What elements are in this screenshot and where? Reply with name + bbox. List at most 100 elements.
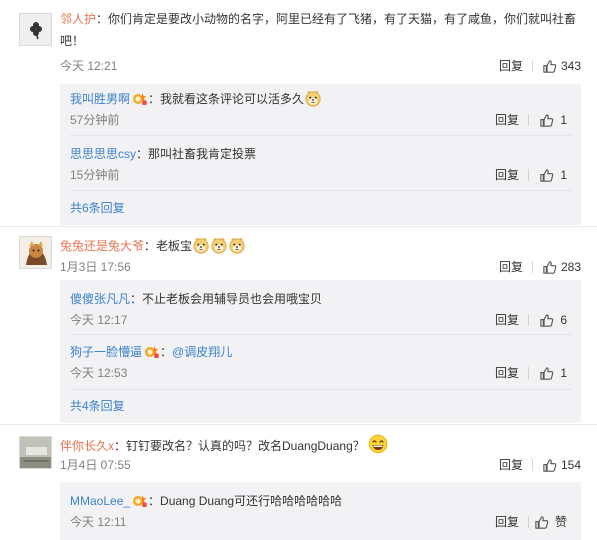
timestamp: 今天 12:17 [70, 313, 128, 327]
comment-text: 伴你长久x：钉钉要改名？认真的吗？改名DuangDuang？ [60, 434, 580, 457]
thumbs-up-icon [539, 366, 554, 381]
comment-body: ：你们肯定是要改小动物的名字，阿里已经有了飞猪，有了天猫，有了咸鱼，你们就叫社畜… [60, 12, 577, 48]
reply-meta: 57分钟前 回复 1 [70, 110, 581, 130]
doge-emoji-icon [210, 236, 228, 254]
reply-text: 思思思思csy：那叫社畜我肯定投票 [70, 143, 256, 165]
thumbs-up-icon [542, 59, 557, 74]
like-count: 6 [560, 313, 567, 327]
reply-button[interactable]: 回复 [495, 363, 519, 383]
doge-emoji-icon [228, 236, 246, 254]
comment-item: 伴你长久x：钉钉要改名？认真的吗？改名DuangDuang？ 1月4日 07:5… [0, 426, 597, 540]
like-button[interactable]: 1 [539, 165, 567, 185]
comment-body: ：老板宝 [144, 239, 193, 253]
timestamp: 15分钟前 [70, 168, 120, 182]
avatar[interactable] [19, 436, 52, 469]
username-link[interactable]: 狗子一脸懵逼 [70, 345, 142, 359]
thumbs-up-icon [542, 260, 557, 275]
comment-text: 兔兔还是兔大爷：老板宝 [60, 235, 580, 257]
reply-text: MMaoLee_ ：Duang Duang可还行哈哈哈哈哈哈 [70, 490, 342, 512]
reply-meta: 今天 12:53 回复 1 [70, 363, 581, 383]
like-count: 283 [560, 260, 581, 274]
like-button[interactable]: 154 [542, 455, 581, 475]
reply-button[interactable]: 回复 [495, 110, 519, 130]
doge-emoji-icon [304, 89, 322, 107]
username-link[interactable]: 邻人护 [60, 12, 96, 26]
divider [70, 334, 571, 335]
avatar[interactable] [19, 236, 52, 269]
like-button[interactable]: 283 [542, 257, 581, 277]
reply-button[interactable]: 回复 [499, 455, 523, 475]
like-button[interactable]: 1 [539, 110, 567, 130]
like-button[interactable]: 1 [539, 363, 567, 383]
like-count: 1 [560, 113, 567, 127]
reply-meta: 15分钟前 回复 1 [70, 165, 581, 185]
divider [532, 60, 533, 72]
laugh-emoji-icon [368, 434, 388, 454]
view-more-replies-link[interactable]: 共6条回复 [70, 198, 125, 218]
username-link[interactable]: 傻傻张凡凡 [70, 292, 130, 306]
divider [528, 314, 529, 326]
reply-list: MMaoLee_ ：Duang Duang可还行哈哈哈哈哈哈 今天 12:11 回… [60, 482, 581, 540]
divider [70, 135, 571, 136]
timestamp: 1月4日 07:55 [60, 458, 131, 472]
timestamp: 今天 12:11 [70, 515, 127, 529]
timestamp: 今天 12:21 [60, 59, 118, 73]
reply-item: MMaoLee_ ：Duang Duang可还行哈哈哈哈哈哈 今天 12:11 回… [60, 486, 581, 536]
like-count: 343 [560, 59, 581, 73]
reply-meta: 今天 12:11 回复 赞 [70, 512, 581, 532]
reply-list: 傻傻张凡凡：不止老板会用辅导员也会用哦宝贝 今天 12:17 回复 6 狗子一脸… [60, 280, 581, 423]
comment-body: ：钉钉要改名？认真的吗？改名DuangDuang？ [114, 439, 365, 453]
reply-item: 思思思思csy：那叫社畜我肯定投票 15分钟前 回复 1 [60, 139, 581, 189]
reply-item: 傻傻张凡凡：不止老板会用辅导员也会用哦宝贝 今天 12:17 回复 6 [60, 284, 581, 334]
reply-item: 狗子一脸懵逼 ：@调皮翔儿 今天 12:53 回复 1 [60, 337, 581, 387]
reply-body: ：Duang Duang可还行哈哈哈哈哈哈 [148, 494, 343, 508]
thumbs-up-icon [539, 313, 554, 328]
username-link[interactable]: 兔兔还是兔大爷 [60, 239, 144, 253]
thumbs-up-icon [542, 458, 557, 473]
reply-body: ：不止老板会用辅导员也会用哦宝贝 [130, 292, 323, 306]
reply-list: 我叫胜男啊 ：我就看这条评论可以活多久 57分钟前 回复 1 思思思思csy：那叫… [60, 84, 581, 225]
vip-badge-icon [132, 90, 148, 106]
username-link[interactable]: 我叫胜男啊 [70, 92, 130, 106]
divider [528, 169, 529, 181]
reply-text: 我叫胜男啊 ：我就看这条评论可以活多久 [70, 88, 322, 110]
divider [532, 459, 533, 471]
thumbs-up-icon [539, 113, 554, 128]
doge-emoji-icon [192, 236, 210, 254]
like-button[interactable]: 343 [542, 56, 581, 76]
reply-button[interactable]: 回复 [495, 165, 519, 185]
comment-text: 邻人护：你们肯定是要改小动物的名字，阿里已经有了飞猪，有了天猫，有了咸鱼，你们就… [60, 8, 580, 52]
like-count: 1 [560, 168, 567, 182]
reply-text: 傻傻张凡凡：不止老板会用辅导员也会用哦宝贝 [70, 288, 322, 310]
avatar[interactable] [19, 13, 52, 46]
vip-badge-icon [132, 492, 148, 508]
divider [528, 516, 529, 528]
mention-link[interactable]: @调皮翔儿 [172, 345, 232, 359]
like-count: 154 [560, 458, 581, 472]
divider [70, 389, 571, 390]
reply-body: ：那叫社畜我肯定投票 [136, 147, 257, 161]
divider [528, 367, 529, 379]
divider [528, 114, 529, 126]
comment-meta: 今天 12:21 回复 343 [60, 56, 581, 76]
reply-button[interactable]: 回复 [495, 310, 519, 330]
timestamp: 今天 12:53 [70, 366, 128, 380]
timestamp: 1月3日 17:56 [60, 260, 131, 274]
reply-body: ： [160, 345, 173, 359]
comment-meta: 1月4日 07:55 回复 154 [60, 455, 581, 475]
reply-body: ：我就看这条评论可以活多久 [148, 92, 305, 106]
reply-button[interactable]: 回复 [499, 56, 523, 76]
view-more-replies-link[interactable]: 共4条回复 [70, 396, 125, 416]
username-link[interactable]: MMaoLee_ [70, 494, 130, 508]
like-count: 赞 [554, 515, 567, 529]
divider [70, 190, 571, 191]
username-link[interactable]: 伴你长久x [60, 439, 114, 453]
like-button[interactable]: 赞 [534, 512, 567, 532]
reply-meta: 今天 12:17 回复 6 [70, 310, 581, 330]
thumbs-up-icon [534, 515, 549, 530]
like-button[interactable]: 6 [539, 310, 567, 330]
comment-item: 兔兔还是兔大爷：老板宝 1月3日 17:56 回复 283 傻傻张凡凡：不止老板… [0, 228, 597, 423]
reply-button[interactable]: 回复 [499, 257, 523, 277]
reply-button[interactable]: 回复 [495, 512, 519, 532]
username-link[interactable]: 思思思思csy [70, 147, 136, 161]
